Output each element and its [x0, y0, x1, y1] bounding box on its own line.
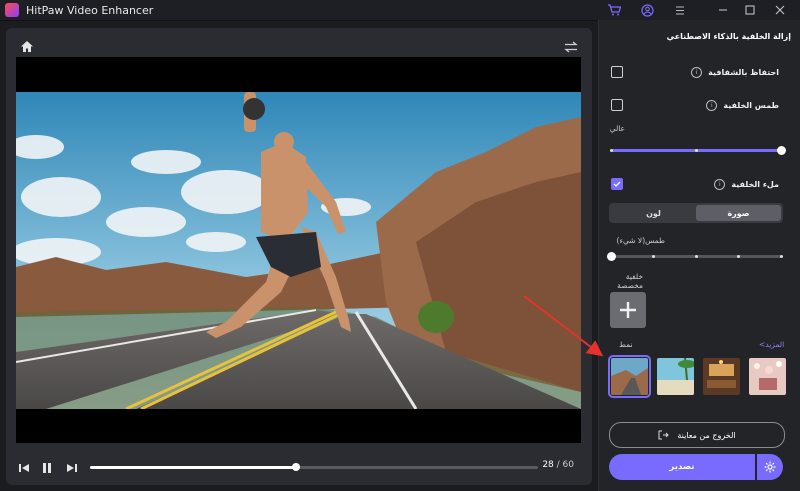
annotation-arrow: [523, 295, 604, 357]
